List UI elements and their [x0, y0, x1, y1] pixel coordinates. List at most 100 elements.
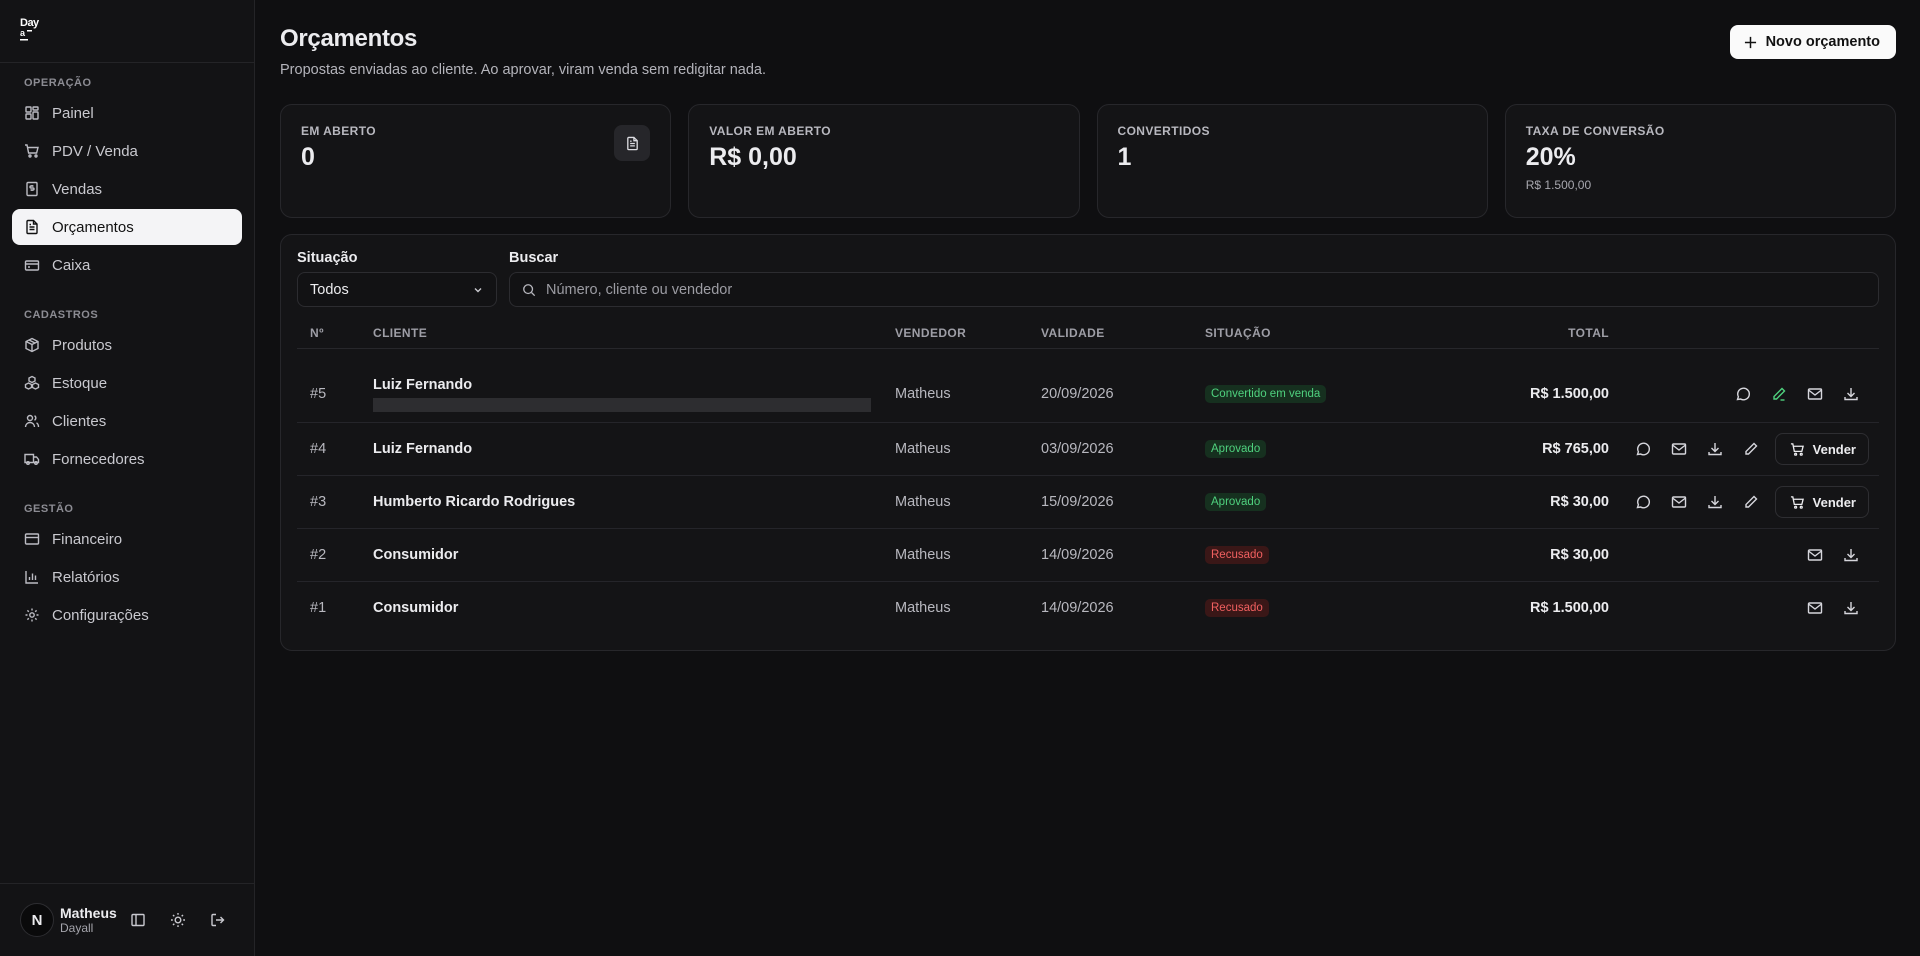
row-total: R$ 1.500,00 [1529, 386, 1609, 402]
new-quote-button[interactable]: Novo orçamento [1729, 25, 1896, 59]
page-subtitle: Propostas enviadas ao cliente. Ao aprova… [280, 62, 767, 78]
download-button[interactable] [1697, 486, 1733, 518]
row-actions [1797, 592, 1869, 624]
download-icon [1844, 602, 1858, 615]
row-total: R$ 30,00 [1550, 494, 1609, 510]
user-bar: N Matheus Dayall [0, 883, 255, 956]
file-text-icon [26, 219, 38, 235]
stat-value: 1 [1117, 143, 1132, 171]
download-button[interactable] [1697, 433, 1733, 465]
email-button[interactable] [1797, 592, 1833, 624]
edit-button[interactable] [1761, 378, 1797, 410]
row-seller: Matheus [895, 441, 951, 457]
sidebar-item-label: Painel [52, 104, 94, 122]
sidebar-item-label: Vendas [52, 180, 103, 198]
status-badge: Aprovado [1205, 493, 1267, 511]
sidebar-item-financeiro[interactable]: Financeiro [12, 521, 242, 557]
file-text-icon [626, 136, 638, 150]
download-button[interactable] [1833, 539, 1869, 571]
row-client: Luiz Fernando [373, 441, 473, 457]
row-total: R$ 1.500,00 [1529, 600, 1609, 616]
row-seller: Matheus [895, 600, 951, 616]
column-header-total: TOTAL [1568, 326, 1609, 340]
download-button[interactable] [1833, 378, 1869, 410]
table-row[interactable]: #4 Luiz Fernando Matheus 03/09/2026 Apro… [297, 423, 1879, 476]
stat-value: R$ 0,00 [709, 143, 797, 171]
gear-icon [25, 608, 39, 622]
sidebar-item-fornecedores[interactable]: Fornecedores [12, 441, 242, 477]
row-number: #5 [310, 386, 327, 402]
email-button[interactable] [1797, 539, 1833, 571]
sidebar-item-painel[interactable]: Painel [12, 95, 242, 131]
download-icon [1707, 443, 1722, 456]
bar-chart-icon [25, 571, 38, 584]
avatar[interactable]: N [20, 903, 54, 937]
download-icon [1844, 388, 1858, 401]
edit-button[interactable] [1733, 433, 1769, 465]
status-select[interactable]: Todos [297, 272, 497, 307]
sidebar-item-pdv[interactable]: PDV / Venda [12, 133, 242, 169]
sidebar-item-caixa[interactable]: Caixa [12, 247, 242, 283]
pencil-icon [1744, 495, 1758, 508]
whatsapp-button[interactable] [1725, 378, 1761, 410]
stat-card-open-value: VALOR EM ABERTO R$ 0,00 [688, 104, 1080, 218]
row-validity: 03/09/2026 [1041, 441, 1114, 457]
download-button[interactable] [1833, 592, 1869, 624]
new-quote-label: Novo orçamento [1765, 34, 1880, 50]
mail-icon [1807, 549, 1823, 561]
mail-icon [1671, 496, 1686, 508]
table-row[interactable]: #3 Humberto Ricardo Rodrigues Matheus 15… [297, 476, 1879, 529]
row-client: Consumidor [373, 600, 459, 616]
dashboard-icon [25, 106, 39, 120]
row-actions: Vender [1625, 486, 1869, 518]
sidebar-item-label: Estoque [52, 374, 108, 392]
row-seller: Matheus [895, 547, 951, 563]
search-input[interactable] [546, 281, 1146, 298]
sell-button[interactable]: Vender [1774, 433, 1869, 465]
edit-button[interactable] [1733, 486, 1769, 518]
sidebar-item-label: Produtos [52, 336, 113, 354]
logo-area: Day a [0, 0, 254, 63]
sidebar-item-orcamentos[interactable]: Orçamentos [12, 209, 242, 245]
row-number: #2 [310, 547, 327, 563]
sidebar-item-produtos[interactable]: Produtos [12, 327, 242, 363]
plus-icon [1744, 36, 1756, 48]
row-client: Consumidor [373, 547, 459, 563]
sidebar-item-configuracoes[interactable]: Configurações [12, 597, 242, 633]
sell-button[interactable]: Vender [1774, 486, 1869, 518]
user-org: Dayall [60, 921, 94, 935]
toggle-sidebar-button[interactable] [118, 903, 158, 937]
sidebar-item-relatorios[interactable]: Relatórios [12, 559, 242, 595]
row-total: R$ 30,00 [1550, 547, 1609, 563]
cart-icon [25, 144, 39, 158]
whatsapp-button[interactable] [1625, 433, 1661, 465]
theme-toggle-button[interactable] [158, 903, 198, 937]
sidebar-item-vendas[interactable]: Vendas [12, 171, 242, 207]
message-circle-icon [1636, 442, 1650, 456]
sidebar-item-estoque[interactable]: Estoque [12, 365, 242, 401]
column-header-seller: VENDEDOR [895, 326, 967, 340]
sidebar-item-clientes[interactable]: Clientes [12, 403, 242, 439]
row-total: R$ 765,00 [1542, 441, 1609, 457]
email-button[interactable] [1661, 433, 1697, 465]
row-validity: 15/09/2026 [1041, 494, 1114, 510]
app-logo[interactable]: Day a [20, 16, 46, 44]
logout-button[interactable] [198, 903, 238, 937]
table-row[interactable]: #2 Consumidor Matheus 14/09/2026 Recusad… [297, 529, 1879, 582]
email-button[interactable] [1797, 378, 1833, 410]
stat-label: CONVERTIDOS [1117, 124, 1210, 138]
table-row[interactable]: #5 Luiz Fernando Matheus 20/09/2026 Conv… [297, 365, 1879, 423]
column-header-number: Nº [310, 326, 324, 340]
table-row[interactable]: #1 Consumidor Matheus 14/09/2026 Recusad… [297, 582, 1879, 635]
truck-icon [24, 453, 40, 465]
row-number: #4 [310, 441, 327, 457]
sidebar: Day a OPERAÇÃO Painel PDV / Venda Vendas … [0, 0, 255, 956]
pencil-icon [1773, 387, 1786, 401]
download-icon [1844, 549, 1858, 562]
email-button[interactable] [1661, 486, 1697, 518]
stat-card-conversion-rate: TAXA DE CONVERSÃO 20% R$ 1.500,00 [1504, 104, 1896, 218]
whatsapp-button[interactable] [1625, 486, 1661, 518]
nav-section-cadastros: CADASTROS [24, 309, 99, 321]
chevron-down-icon [474, 288, 482, 293]
row-actions [1797, 539, 1869, 571]
